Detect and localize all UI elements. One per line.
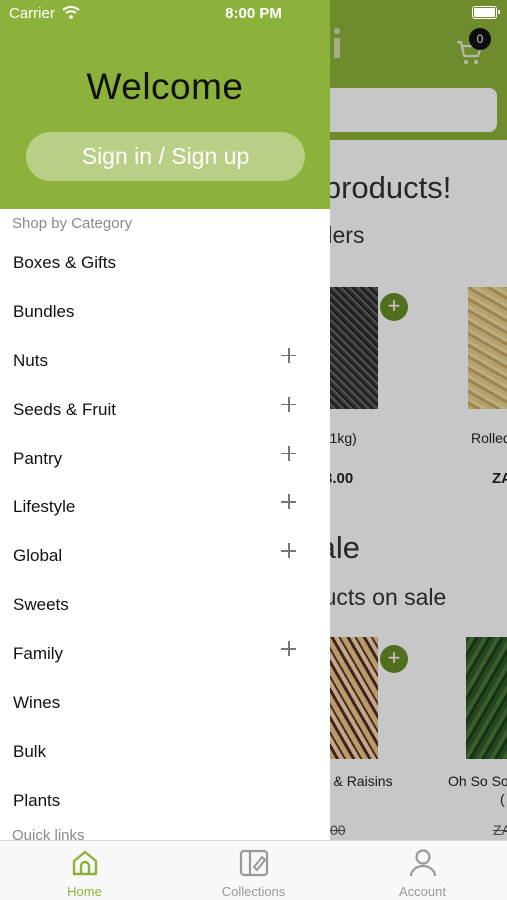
expand-plus-icon[interactable] xyxy=(281,396,296,412)
status-bar: Carrier 8:00 PM xyxy=(0,0,507,26)
category-label: Bundles xyxy=(13,301,75,321)
category-label: Seeds & Fruit xyxy=(13,399,116,419)
category-label: Global xyxy=(13,546,63,566)
category-label: Family xyxy=(13,644,64,664)
category-list: Boxes & Gifts Bundles Nuts Seeds & Fruit Pan… xyxy=(0,237,330,824)
category-item[interactable]: Boxes & Gifts xyxy=(0,237,330,286)
welcome-title: Welcome xyxy=(86,66,244,107)
expand-plus-icon[interactable] xyxy=(281,494,296,510)
expand-plus-icon[interactable] xyxy=(281,445,296,461)
drawer-header: Welcome Sign in / Sign up xyxy=(0,0,330,209)
expand-plus-icon[interactable] xyxy=(281,641,296,657)
category-label: Lifestyle xyxy=(13,497,76,517)
category-label: Pantry xyxy=(13,448,63,468)
battery-icon xyxy=(472,6,500,19)
category-item[interactable]: Pantry xyxy=(0,433,330,482)
quick-links-label: Quick links xyxy=(12,827,85,840)
expand-plus-icon[interactable] xyxy=(281,543,296,559)
category-item[interactable]: Bulk xyxy=(0,726,330,775)
tab-bar: Home Collections Account xyxy=(0,840,507,900)
home-icon xyxy=(72,850,98,876)
category-label: Plants xyxy=(13,790,61,810)
category-item[interactable]: Wines xyxy=(0,677,330,726)
tab-home[interactable]: Home xyxy=(0,841,169,900)
category-item[interactable]: Lifestyle xyxy=(0,481,330,530)
category-label: Sweets xyxy=(13,595,69,615)
category-label: Wines xyxy=(13,693,61,713)
side-drawer: Welcome Sign in / Sign up Shop by Catego… xyxy=(0,0,330,840)
category-item[interactable]: Seeds & Fruit xyxy=(0,384,330,433)
collections-icon xyxy=(239,849,269,877)
category-item[interactable]: Family xyxy=(0,628,330,677)
expand-plus-icon[interactable] xyxy=(281,347,296,363)
category-label: Boxes & Gifts xyxy=(13,253,116,272)
category-item[interactable]: Bundles xyxy=(0,286,330,335)
category-item[interactable]: Plants xyxy=(0,775,330,824)
tab-label: Collections xyxy=(221,884,286,899)
account-icon xyxy=(409,849,437,877)
category-label: Bulk xyxy=(13,741,47,761)
category-item[interactable]: Nuts xyxy=(0,335,330,384)
tab-label: Home xyxy=(67,884,102,899)
clock: 8:00 PM xyxy=(225,5,282,22)
tab-label: Account xyxy=(399,884,446,899)
category-item[interactable]: Sweets xyxy=(0,579,330,628)
shop-by-category-label: Shop by Category xyxy=(12,215,133,232)
tab-account[interactable]: Account xyxy=(338,841,507,900)
category-label: Nuts xyxy=(13,350,48,370)
tab-collections[interactable]: Collections xyxy=(169,841,338,900)
sign-in-button[interactable]: Sign in / Sign up xyxy=(26,132,305,181)
category-item[interactable]: Global xyxy=(0,530,330,579)
